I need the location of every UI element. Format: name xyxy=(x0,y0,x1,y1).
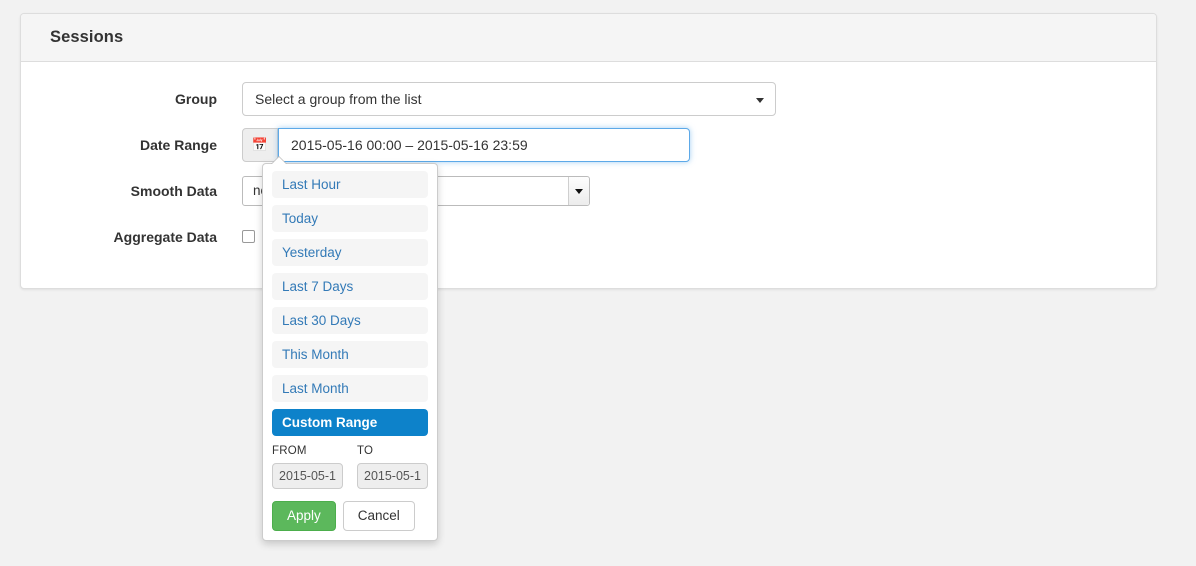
to-date-input[interactable] xyxy=(357,463,428,489)
chevron-down-icon[interactable] xyxy=(568,177,589,205)
range-option-yesterday[interactable]: Yesterday xyxy=(272,239,428,266)
smooth-data-label: Smooth Data xyxy=(130,183,217,199)
date-range-control-area: 📅 xyxy=(242,128,690,162)
date-range-label: Date Range xyxy=(139,137,217,153)
form-row-smooth-data: Smooth Data no xyxy=(36,174,1141,220)
custom-range-from-col: FROM xyxy=(272,443,343,489)
apply-button[interactable]: Apply xyxy=(272,501,336,531)
from-label: FROM xyxy=(272,445,307,457)
date-range-input[interactable] xyxy=(278,128,690,162)
range-option-last-7-days[interactable]: Last 7 Days xyxy=(272,273,428,300)
panel-header: Sessions xyxy=(21,14,1156,62)
range-option-last-30-days[interactable]: Last 30 Days xyxy=(272,307,428,334)
date-range-input-group: 📅 xyxy=(242,128,690,162)
aggregate-data-label: Aggregate Data xyxy=(113,229,217,245)
custom-range-to-col: TO xyxy=(357,443,428,489)
group-label: Group xyxy=(175,91,217,107)
to-label: TO xyxy=(357,445,374,457)
page-title: Sessions xyxy=(50,28,124,46)
from-date-input[interactable] xyxy=(272,463,343,489)
daterange-picker-dropdown: Last Hour Today Yesterday Last 7 Days La… xyxy=(262,156,438,541)
custom-range-inputs-row: FROM TO xyxy=(272,443,428,489)
custom-range-fields: FROM TO Apply Cancel xyxy=(272,443,428,531)
aggregate-data-checkbox[interactable] xyxy=(242,230,255,243)
caret-up-icon xyxy=(272,157,286,164)
range-option-last-month[interactable]: Last Month xyxy=(272,375,428,402)
chevron-down-icon xyxy=(756,98,764,103)
aggregate-data-control-area xyxy=(242,220,255,243)
form-row-date-range: Date Range 📅 xyxy=(36,128,1141,174)
range-options-list: Last Hour Today Yesterday Last 7 Days La… xyxy=(272,171,428,436)
range-option-last-hour[interactable]: Last Hour xyxy=(272,171,428,198)
panel-body: Group Select a group from the list Date … xyxy=(21,62,1156,288)
sessions-panel: Sessions Group Select a group from the l… xyxy=(20,13,1157,289)
range-option-today[interactable]: Today xyxy=(272,205,428,232)
form-row-aggregate-data: Aggregate Data xyxy=(36,220,1141,266)
form-row-group: Group Select a group from the list xyxy=(36,82,1141,128)
group-select-value: Select a group from the list xyxy=(255,91,422,107)
cancel-button[interactable]: Cancel xyxy=(342,501,415,531)
group-control-area: Select a group from the list xyxy=(242,82,776,116)
range-option-this-month[interactable]: This Month xyxy=(272,341,428,368)
group-select[interactable]: Select a group from the list xyxy=(242,82,776,116)
range-option-custom-range[interactable]: Custom Range xyxy=(272,409,428,436)
custom-range-buttons-row: Apply Cancel xyxy=(272,501,428,531)
